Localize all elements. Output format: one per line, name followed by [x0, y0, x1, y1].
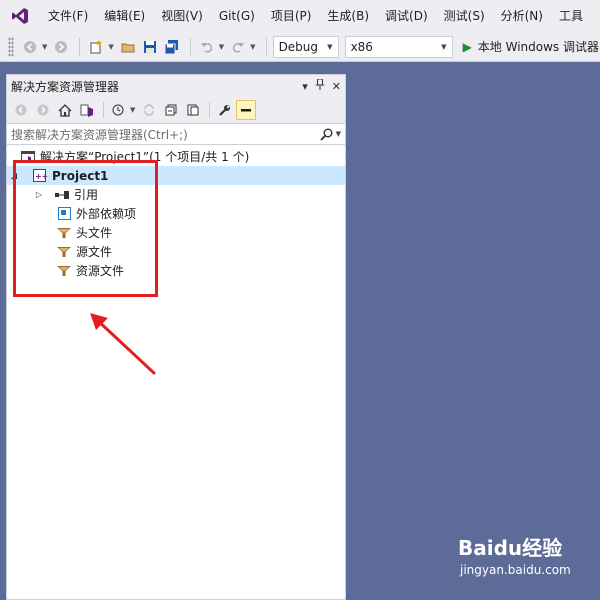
redo-icon[interactable]: [228, 37, 248, 57]
switch-views-icon[interactable]: [77, 100, 97, 120]
menu-tools[interactable]: 工具: [551, 0, 591, 32]
show-all-files-icon[interactable]: [183, 100, 203, 120]
solution-explorer-toolbar: ▼: [7, 97, 345, 123]
menu-view[interactable]: 视图(V): [153, 0, 211, 32]
toolbar-separator: [79, 37, 81, 56]
toolbar-separator: [189, 37, 191, 56]
save-icon[interactable]: [140, 37, 160, 57]
solution-platform-select[interactable]: x86 ▼: [344, 35, 453, 58]
standard-toolbar: ▼ ▼ ▼ ▼ Debug ▼ x86 ▼ ▶ 本地 Windows 调试器: [0, 32, 600, 62]
red-arrow-icon: [90, 313, 156, 375]
menu-test[interactable]: 测试(S): [436, 0, 493, 32]
visual-studio-logo-icon[interactable]: [0, 0, 40, 32]
forward-icon[interactable]: [33, 100, 53, 120]
navigate-back-icon[interactable]: [20, 37, 40, 57]
sync-icon[interactable]: [139, 100, 159, 120]
start-debugging-button[interactable]: ▶ 本地 Windows 调试器: [459, 38, 599, 55]
chevron-down-icon[interactable]: ▼: [219, 43, 224, 51]
home-icon[interactable]: [55, 100, 75, 120]
menu-file[interactable]: 文件(F): [40, 0, 96, 32]
chevron-down-icon[interactable]: ▼: [42, 43, 47, 51]
close-icon[interactable]: ✕: [332, 80, 341, 93]
toolbar-separator: [265, 37, 267, 56]
panel-title: 解决方案资源管理器: [11, 79, 120, 94]
new-item-icon[interactable]: [86, 37, 106, 57]
menu-project[interactable]: 项目(P): [263, 0, 320, 32]
pending-changes-filter-icon[interactable]: [108, 100, 128, 120]
search-icon[interactable]: ▼: [319, 128, 341, 141]
menu-debug[interactable]: 调试(D): [377, 0, 436, 32]
chevron-down-icon[interactable]: ▼: [250, 43, 255, 51]
solution-explorer-panel: 解决方案资源管理器 ▾ ✕ ▼ 搜索解决方案资源管理器(Ctrl+;) ▼ 解决…: [6, 74, 346, 600]
chevron-down-icon: ▼: [327, 42, 333, 51]
red-highlight-box: [13, 160, 158, 297]
menu-build[interactable]: 生成(B): [319, 0, 377, 32]
baidu-watermark: Baidu经验 jingyan.baidu.com: [458, 532, 598, 592]
configuration-value: Debug: [278, 39, 319, 54]
watermark-url: jingyan.baidu.com: [460, 563, 571, 577]
play-icon: ▶: [462, 39, 472, 54]
search-box[interactable]: 搜索解决方案资源管理器(Ctrl+;) ▼: [7, 123, 345, 145]
menu-bar: 文件(F) 编辑(E) 视图(V) Git(G) 项目(P) 生成(B) 调试(…: [0, 0, 600, 32]
search-placeholder: 搜索解决方案资源管理器(Ctrl+;): [11, 127, 188, 142]
open-folder-icon[interactable]: [118, 37, 138, 57]
toolbar-grip[interactable]: [8, 36, 14, 57]
pin-icon[interactable]: [315, 78, 324, 93]
back-icon[interactable]: [11, 100, 31, 120]
panel-title-bar: 解决方案资源管理器 ▾ ✕: [7, 75, 345, 97]
navigate-forward-icon[interactable]: [51, 37, 71, 57]
baidu-logo: Baidu经验: [458, 532, 598, 561]
menu-analyze[interactable]: 分析(N): [493, 0, 551, 32]
run-button-label: 本地 Windows 调试器: [477, 40, 599, 54]
chevron-down-icon[interactable]: ▼: [108, 43, 113, 51]
menu-git[interactable]: Git(G): [211, 0, 263, 32]
undo-icon[interactable]: [197, 37, 217, 57]
properties-wrench-icon[interactable]: [214, 100, 234, 120]
platform-value: x86: [350, 39, 373, 54]
window-position-dropdown-icon[interactable]: ▾: [302, 80, 308, 93]
menu-edit[interactable]: 编辑(E): [96, 0, 153, 32]
watermark-logo-text: Baidu经验: [458, 536, 563, 560]
save-all-icon[interactable]: [162, 37, 182, 57]
solution-configuration-select[interactable]: Debug ▼: [272, 35, 339, 58]
collapse-all-icon[interactable]: [161, 100, 181, 120]
preview-selected-items-icon[interactable]: [236, 100, 257, 120]
chevron-down-icon: ▼: [441, 42, 447, 51]
chevron-down-icon[interactable]: ▼: [130, 106, 135, 114]
chevron-down-icon: ▼: [335, 130, 341, 138]
